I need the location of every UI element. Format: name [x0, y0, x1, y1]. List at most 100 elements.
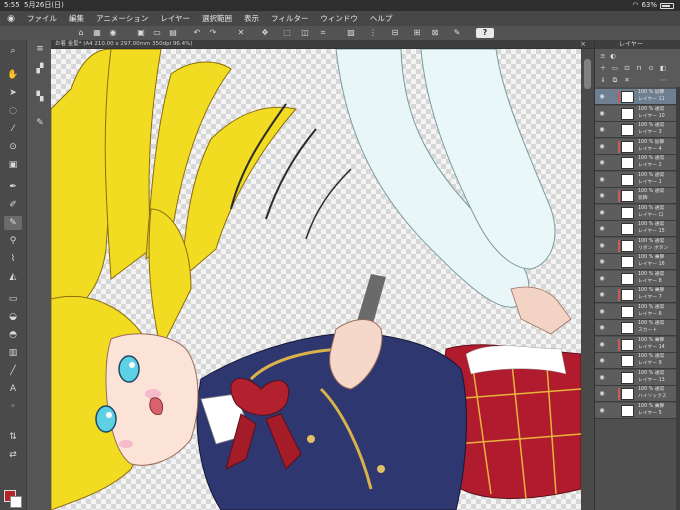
visibility-eye-icon[interactable]: ◉	[598, 258, 606, 266]
visibility-eye-icon[interactable]: ◉	[598, 176, 606, 184]
layer-row[interactable]: ◉ 100 % 乗算 レイヤー 14	[595, 336, 680, 353]
visibility-eye-icon[interactable]: ◉	[598, 291, 606, 299]
redo-icon[interactable]: ↷	[208, 28, 218, 38]
layer-row[interactable]: ◉ 100 % 乗算 レイヤー 16	[595, 254, 680, 270]
gradient-tool-icon[interactable]: ▥	[4, 346, 22, 360]
visibility-eye-icon[interactable]: ◉	[598, 126, 606, 134]
layers-icon[interactable]: ▦	[92, 28, 102, 38]
canvas-artwork[interactable]	[51, 49, 581, 510]
visibility-eye-icon[interactable]: ◉	[598, 143, 606, 151]
app-logo-icon[interactable]: ◉	[0, 14, 22, 24]
blend-tool-icon[interactable]: ◭	[4, 270, 22, 284]
layer-row[interactable]: ◉ 100 % 通常 レイヤー 13	[595, 369, 680, 386]
merge-icon[interactable]: ⇓	[599, 76, 607, 84]
layer-row[interactable]: ◉ 100 % 乗算 レイヤー 5	[595, 402, 680, 419]
layer-row[interactable]: ◉ 100 % 通常 レイヤー 15	[595, 221, 680, 237]
layer-row[interactable]: ◉ 100 % 通常 レイヤー 6	[595, 303, 680, 320]
layer-row[interactable]: ◉ 100 % 通常 レイヤー 8	[595, 270, 680, 287]
layer-row[interactable]: ◉ 100 % 加算 レイヤー 4	[595, 138, 680, 155]
bucket-tool-icon[interactable]: ◓	[4, 328, 22, 342]
airbrush-tool-icon[interactable]: ⚲	[4, 234, 22, 248]
save-icon[interactable]: ▤	[168, 28, 178, 38]
canvas-scrollbar[interactable]	[581, 49, 594, 510]
help-button[interactable]: ?	[476, 28, 494, 38]
sub-color-swatch[interactable]	[10, 496, 22, 508]
visibility-eye-icon[interactable]: ◉	[598, 341, 606, 349]
reference-layer-icon[interactable]: ⊙	[647, 64, 655, 72]
lock-layer-icon[interactable]: ⊡	[623, 64, 631, 72]
menu-window[interactable]: ウィンドウ	[315, 13, 365, 24]
layer-scrollbar[interactable]	[676, 87, 680, 510]
visibility-eye-icon[interactable]: ◉	[598, 357, 606, 365]
eyedropper-tool-icon[interactable]: ⁄	[4, 122, 22, 136]
layer-row[interactable]: ◉ 100 % 通常 リボン ボタン	[595, 237, 680, 254]
layer-row[interactable]: ◉ 100 % 通常 レイヤー 3	[595, 122, 680, 138]
blend-mode-icon[interactable]: ≡	[599, 52, 607, 60]
layer-menu-icon[interactable]: ⋯	[659, 76, 667, 84]
operation-tool-icon[interactable]: ➤	[4, 86, 22, 100]
balloon-tool-icon[interactable]: ◦	[4, 400, 22, 414]
visibility-eye-icon[interactable]: ◉	[598, 407, 606, 415]
layer-row[interactable]: ◉ 100 % 加算 レイヤー 11	[595, 89, 680, 105]
opacity-icon[interactable]: ◐	[609, 52, 617, 60]
perspective-icon[interactable]: ⊠	[430, 28, 440, 38]
sub-tool-2-icon[interactable]: ▚	[33, 90, 47, 104]
menu-view[interactable]: 表示	[239, 13, 266, 24]
new-layer-icon[interactable]: ＋	[599, 64, 607, 72]
eraser-tool-icon[interactable]: ▭	[4, 292, 22, 306]
new-canvas-icon[interactable]: ▣	[136, 28, 146, 38]
visibility-eye-icon[interactable]: ◉	[598, 374, 606, 382]
deselect-icon[interactable]: ⬚	[282, 28, 292, 38]
menu-animation[interactable]: アニメーション	[91, 13, 155, 24]
menu-layer[interactable]: レイヤー	[155, 13, 197, 24]
visibility-eye-icon[interactable]: ◉	[598, 209, 606, 217]
undo-icon[interactable]: ↶	[192, 28, 202, 38]
menu-filter[interactable]: フィルター	[266, 13, 315, 24]
delete-layer-icon[interactable]: ✕	[623, 76, 631, 84]
sub-tool-1-icon[interactable]: ▞	[33, 62, 47, 76]
edit-icon[interactable]: ✎	[452, 28, 462, 38]
invert-selection-icon[interactable]: ◫	[300, 28, 310, 38]
layer-row[interactable]: ◉ 100 % 通常 ハイソックス	[595, 386, 680, 402]
color-set-icon[interactable]: ⇄	[4, 448, 22, 462]
menu-file[interactable]: ファイル	[22, 13, 64, 24]
ruler-icon[interactable]: ⊟	[390, 28, 400, 38]
crop-icon[interactable]: ⌗	[318, 28, 328, 38]
lasso-tool-icon[interactable]: ◌	[4, 104, 22, 118]
layer-row[interactable]: ◉ 100 % 通常 装飾	[595, 188, 680, 204]
mask-icon[interactable]: ◧	[659, 64, 667, 72]
clear-icon[interactable]: ✕	[236, 28, 246, 38]
zoom-tool-icon[interactable]: ⌕	[4, 44, 22, 58]
snap-icon[interactable]: ⋮	[368, 28, 378, 38]
visibility-eye-icon[interactable]: ◉	[598, 225, 606, 233]
folder-icon[interactable]: ▭	[152, 28, 162, 38]
visibility-eye-icon[interactable]: ◉	[598, 324, 606, 332]
visibility-eye-icon[interactable]: ◉	[598, 110, 606, 118]
layer-row[interactable]: ◉ 100 % 通常 レイヤー 9	[595, 353, 680, 369]
layer-row[interactable]: ◉ 100 % 通常 レイヤー 1	[595, 171, 680, 188]
pencil-tool-icon[interactable]: ✐	[4, 198, 22, 212]
clip-layer-icon[interactable]: ⊓	[635, 64, 643, 72]
layer-row[interactable]: ◉ 100 % 通常 スカート	[595, 320, 680, 336]
layer-row[interactable]: ◉ 100 % 通常 レイヤー 口	[595, 204, 680, 221]
fill-tool-icon[interactable]: ◒	[4, 310, 22, 324]
fill-icon[interactable]: ▨	[346, 28, 356, 38]
visibility-eye-icon[interactable]: ◉	[598, 242, 606, 250]
decoration-tool-icon[interactable]: ⌇	[4, 252, 22, 266]
move-tool-icon[interactable]: ✋	[4, 68, 22, 82]
close-icon[interactable]: ×	[580, 40, 586, 49]
brush-tool-icon[interactable]: ✎	[4, 216, 22, 230]
layer-row[interactable]: ◉ 100 % 通常 レイヤー 2	[595, 155, 680, 171]
sub-tool-menu-icon[interactable]: ≡	[33, 42, 47, 56]
visibility-eye-icon[interactable]: ◉	[598, 390, 606, 398]
pen-tool-icon[interactable]: ✒	[4, 180, 22, 194]
new-folder-icon[interactable]: ▭	[611, 64, 619, 72]
visibility-eye-icon[interactable]: ◉	[598, 275, 606, 283]
sub-tool-3-icon[interactable]: ✎	[33, 116, 47, 130]
transform-icon[interactable]: ✥	[260, 28, 270, 38]
layer-panel-tab[interactable]: レイヤー	[595, 40, 680, 49]
scrollbar-thumb[interactable]	[584, 59, 591, 89]
brush-size-icon[interactable]: ⊙	[4, 140, 22, 154]
grid-icon[interactable]: ⊞	[412, 28, 422, 38]
figure-tool-icon[interactable]: ╱	[4, 364, 22, 378]
